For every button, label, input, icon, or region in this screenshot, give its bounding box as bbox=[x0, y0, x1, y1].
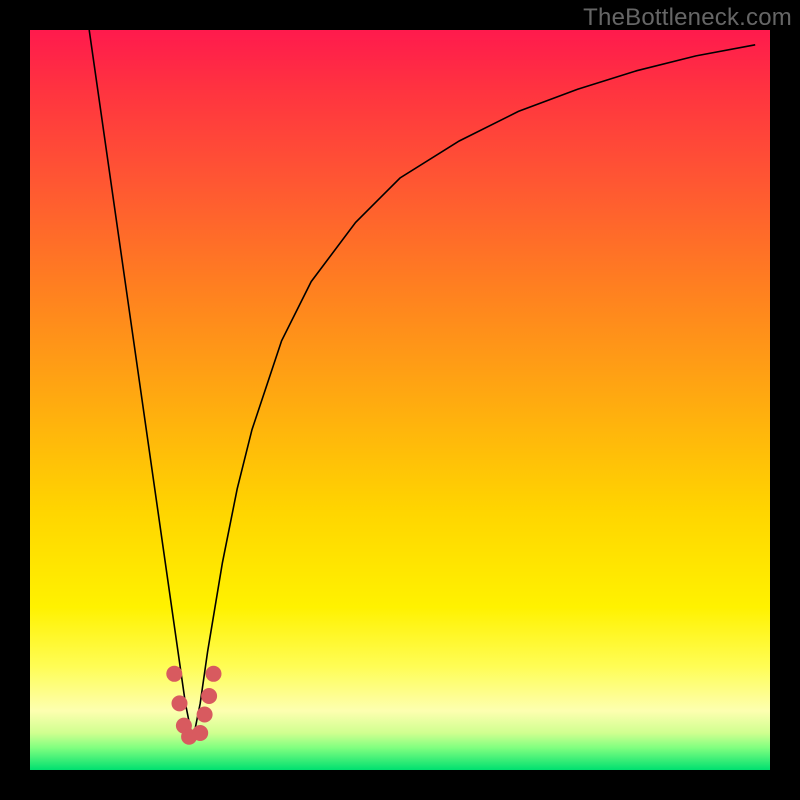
bottleneck-curve-line bbox=[89, 30, 755, 740]
chart-plot-area bbox=[30, 30, 770, 770]
marker-group bbox=[166, 666, 221, 745]
curve-marker bbox=[192, 725, 208, 741]
chart-svg bbox=[30, 30, 770, 770]
watermark-text: TheBottleneck.com bbox=[583, 4, 792, 32]
curve-marker bbox=[172, 695, 188, 711]
curve-marker bbox=[206, 666, 222, 682]
curve-marker bbox=[166, 666, 182, 682]
curve-marker bbox=[197, 707, 213, 723]
curve-marker bbox=[201, 688, 217, 704]
